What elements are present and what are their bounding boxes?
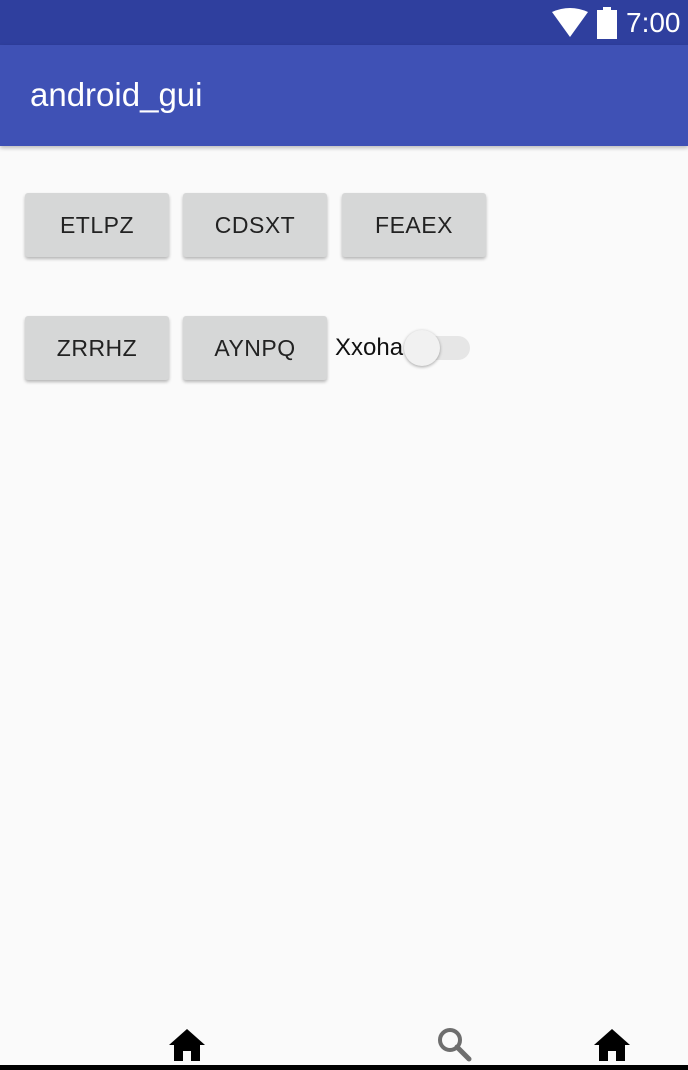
screen: 7:00 android_gui ETLPZ CDSXT FEAEX ZRRHZ… <box>0 0 688 1070</box>
switch-thumb[interactable] <box>404 330 440 366</box>
battery-icon <box>597 7 617 39</box>
wifi-icon <box>552 8 588 37</box>
switch-label: Xxoha <box>335 334 404 361</box>
bottom-nav <box>0 1020 688 1070</box>
button-aynpq[interactable]: AYNPQ <box>183 316 327 380</box>
search-icon[interactable] <box>436 1026 472 1062</box>
status-clock: 7:00 <box>626 7 681 38</box>
app-title: android_gui <box>30 76 203 113</box>
button-feaex[interactable]: FEAEX <box>342 193 486 257</box>
button-etlpz[interactable]: ETLPZ <box>25 193 169 257</box>
bottom-edge <box>0 1065 688 1070</box>
app-bar: android_gui <box>0 45 688 146</box>
button-cdsxt[interactable]: CDSXT <box>183 193 327 257</box>
button-zrrhz[interactable]: ZRRHZ <box>25 316 169 380</box>
status-bar: 7:00 <box>0 0 688 45</box>
home-icon[interactable] <box>168 1028 206 1062</box>
home-icon[interactable] <box>593 1028 631 1062</box>
